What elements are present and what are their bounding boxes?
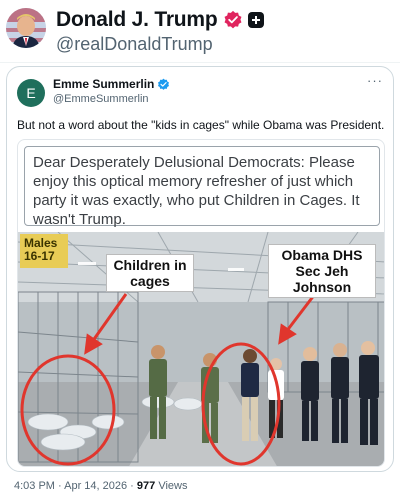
views-label: Views	[155, 480, 188, 492]
quoted-post-card[interactable]: E Emme Summerlin @EmmeSummerlin ··· But …	[6, 66, 394, 472]
author-avatar[interactable]	[6, 8, 46, 48]
header-divider	[0, 62, 400, 63]
avatar-image	[6, 8, 46, 48]
author-name[interactable]: Donald J. Trump	[56, 8, 218, 32]
quoted-author-handle[interactable]: @EmmeSummerlin	[53, 93, 149, 105]
quoted-post-text: But not a word about the "kids in cages"…	[17, 118, 385, 132]
verified-badge-icon	[157, 78, 170, 91]
detention-facility-photo: Males 16-17 Children in cages Obama DHS …	[18, 232, 384, 466]
author-handle[interactable]: @realDonaldTrump	[56, 34, 213, 55]
post-timestamp[interactable]: 4:03 PM · Apr 14, 2026 ·	[14, 480, 137, 492]
author-name-row: Donald J. Trump	[56, 8, 264, 32]
post-meta: 4:03 PM · Apr 14, 2026 · 977 Views	[14, 480, 187, 492]
post-header: Donald J. Trump @realDonaldTrump	[0, 0, 400, 62]
affiliate-badge-icon[interactable]	[247, 12, 264, 28]
views-count: 977	[136, 480, 156, 492]
males-sign: Males 16-17	[20, 234, 68, 268]
more-options-icon[interactable]: ···	[367, 73, 383, 88]
children-in-cages-label: Children in cages	[106, 254, 194, 292]
post-image[interactable]: Dear Desperately Delusional Democrats: P…	[17, 139, 385, 467]
quoted-author-avatar[interactable]: E	[17, 79, 45, 107]
verified-badge-icon[interactable]	[223, 10, 243, 30]
jeh-johnson-label: Obama DHS Sec Jeh Johnson	[268, 244, 376, 298]
quoted-author-name[interactable]: Emme Summerlin	[53, 77, 154, 91]
meme-caption: Dear Desperately Delusional Democrats: P…	[24, 146, 380, 228]
quoted-author-row: Emme Summerlin	[53, 77, 170, 91]
